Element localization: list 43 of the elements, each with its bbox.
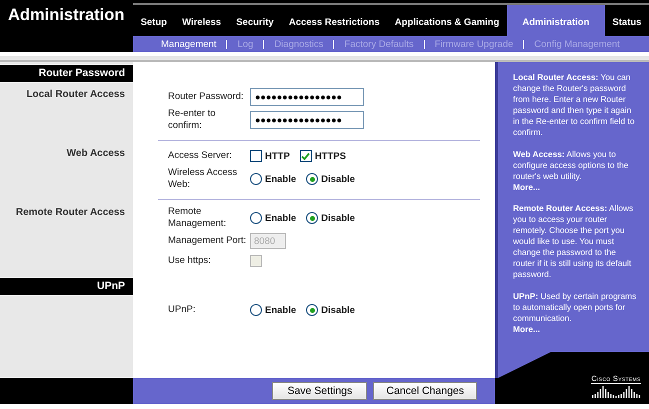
field-label: Router Password: bbox=[168, 91, 245, 103]
radio-button[interactable] bbox=[250, 304, 262, 316]
page-title: Administration bbox=[8, 6, 126, 25]
help-text: Local Router Access: You can change the Router's password from here. Enter a new Router password and then type it again in the Re-enter to confirm field to confirm. bbox=[513, 72, 636, 138]
radio-button[interactable] bbox=[306, 212, 318, 224]
field-label: Remote Management: bbox=[168, 206, 228, 230]
section-header: Router Password bbox=[0, 65, 133, 82]
checkbox-label: HTTP bbox=[265, 150, 290, 162]
radio-label: Disable bbox=[321, 174, 355, 184]
checkbox[interactable] bbox=[250, 150, 262, 162]
nav-tab[interactable]: Administration bbox=[506, 5, 605, 36]
section-label: Remote Router Access bbox=[16, 207, 125, 218]
radio-button[interactable] bbox=[250, 173, 262, 185]
help-text: UPnP: Used by certain programs to automatically open ports for communication. bbox=[513, 291, 638, 324]
checkbox-label: HTTPS bbox=[314, 150, 346, 162]
field-label: Wireless Access Web: bbox=[168, 167, 238, 191]
radio-label: Enable bbox=[265, 174, 296, 184]
field-label: Re-enter to confirm: bbox=[168, 108, 217, 132]
field-label: Use https: bbox=[168, 255, 212, 267]
section-header: UPnP bbox=[0, 278, 133, 295]
radio-label: Disable bbox=[321, 212, 355, 224]
field-label: UPnP: bbox=[168, 304, 196, 316]
password-field[interactable]: ●●●●●●●●●●●●●●●● bbox=[250, 111, 364, 129]
bridge-logo-icon bbox=[591, 384, 641, 398]
radio-button[interactable] bbox=[250, 212, 262, 224]
help-text: Remote Router Access: Allows you to access your router remotely. Choose the port you would like to use. You must change the password to the router if it is still using its default password. bbox=[513, 203, 634, 280]
save-button[interactable]: Save Settings bbox=[272, 382, 368, 400]
checkbox[interactable] bbox=[300, 150, 312, 162]
cancel-button[interactable]: Cancel Changes bbox=[373, 382, 477, 400]
section-label: Local Router Access bbox=[26, 89, 125, 100]
more-link[interactable]: More... bbox=[513, 182, 639, 192]
help-text: Web Access: Allows you to configure access options to the router's web utility. bbox=[513, 149, 630, 182]
more-link[interactable]: More... bbox=[513, 324, 639, 334]
sub-tab[interactable]: Management bbox=[151, 38, 226, 50]
field-label: Access Server: bbox=[168, 150, 233, 162]
radio-button[interactable] bbox=[306, 173, 318, 185]
section-label: Web Access bbox=[66, 148, 125, 159]
radio-button[interactable] bbox=[306, 304, 318, 316]
radio-label: Enable bbox=[265, 304, 296, 316]
field-label: Management Port: bbox=[168, 235, 248, 247]
radio-label: Disable bbox=[321, 304, 355, 316]
password-field[interactable]: ●●●●●●●●●●●●●●●● bbox=[250, 88, 364, 106]
radio-label: Enable bbox=[265, 212, 296, 224]
